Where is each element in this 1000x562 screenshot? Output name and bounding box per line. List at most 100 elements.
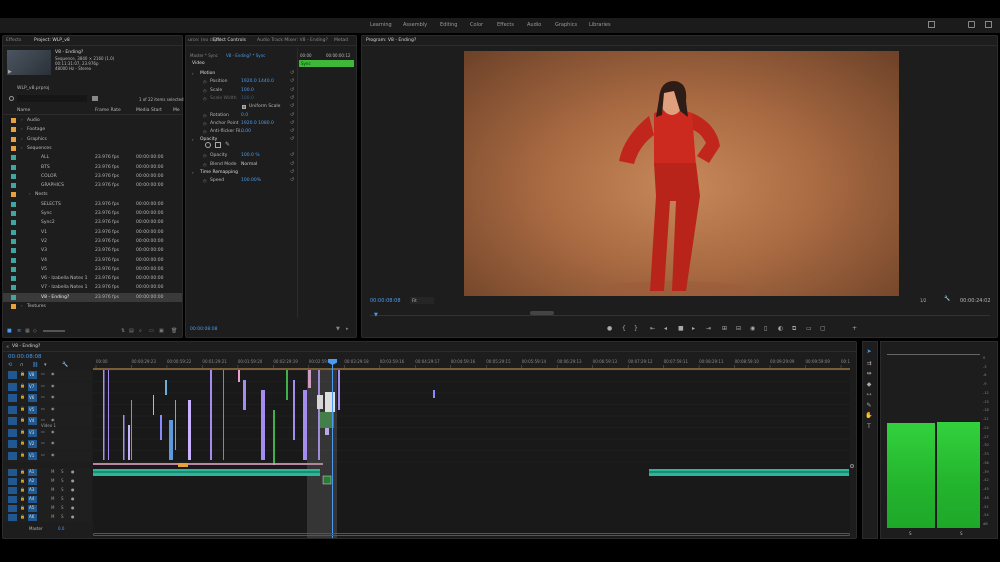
- list-view-icon[interactable]: ≡: [17, 328, 21, 334]
- voice-over-icon[interactable]: ●: [71, 514, 75, 519]
- stopwatch-icon[interactable]: ◷: [203, 162, 207, 167]
- sync-lock-icon[interactable]: ▭: [41, 406, 45, 411]
- source-patch[interactable]: [8, 371, 17, 379]
- ec-clip-bar[interactable]: Sync: [299, 60, 354, 67]
- source-patch[interactable]: [8, 394, 17, 402]
- ec-param-row[interactable]: ◷ Speed 100.00% ↺: [186, 177, 296, 185]
- ec-param-row[interactable]: ◷ Position 1920.0 1440.0 ↺: [186, 78, 296, 86]
- stopwatch-icon[interactable]: ◷: [203, 121, 207, 126]
- tab-effect-controls[interactable]: Effect Controls: [213, 38, 246, 43]
- fullscreen-icon[interactable]: [985, 21, 992, 28]
- source-patch[interactable]: [8, 451, 17, 460]
- go-to-in-icon[interactable]: ⇤: [650, 325, 655, 332]
- mute-button[interactable]: M: [51, 487, 54, 492]
- track-lock-icon[interactable]: 🔒: [20, 487, 25, 492]
- ec-param-value[interactable]: 1920.0 1080.0: [241, 121, 274, 126]
- eye-icon[interactable]: ◉: [51, 406, 55, 411]
- sync-lock-icon[interactable]: ▭: [41, 429, 45, 434]
- tab-audio-track-mixer[interactable]: Audio Track Mixer: V8 - Ending?: [257, 38, 328, 43]
- label-color-swatch[interactable]: [11, 211, 16, 216]
- voice-over-icon[interactable]: ●: [71, 469, 75, 474]
- play-thumbnail-icon[interactable]: ▶: [8, 69, 12, 75]
- video-clip[interactable]: [123, 415, 125, 460]
- reset-icon[interactable]: ↺: [290, 177, 294, 183]
- audio-track-header[interactable]: 🔒 A1 M S ●: [3, 468, 91, 477]
- ec-param-row[interactable]: ◷ Rotation 0.0 ↺: [186, 112, 296, 120]
- workspace-learning[interactable]: Learning: [370, 22, 392, 28]
- ec-param-value[interactable]: 1920.0 1440.0: [241, 79, 274, 84]
- sync-lock-icon[interactable]: ▭: [41, 383, 45, 388]
- project-row[interactable]: GRAPHICS 23.976 fps 00:00:00:00: [3, 181, 182, 190]
- label-color-swatch[interactable]: [11, 285, 16, 291]
- video-track-header[interactable]: 🔒 V5 ▭ ◉: [3, 404, 91, 416]
- video-clip[interactable]: [273, 410, 275, 465]
- source-patch[interactable]: [8, 405, 17, 414]
- label-color-swatch[interactable]: [11, 266, 16, 272]
- source-patch[interactable]: [8, 469, 17, 476]
- uniform-scale-checkbox[interactable]: [242, 105, 246, 110]
- ec-param-value[interactable]: 100.0: [241, 88, 254, 93]
- sequence-clip-label[interactable]: V8 - Ending? * Sync: [226, 53, 265, 58]
- video-clip[interactable]: [131, 400, 132, 460]
- eye-icon[interactable]: ◉: [51, 383, 55, 388]
- search-input[interactable]: [17, 95, 87, 102]
- video-clip[interactable]: [433, 390, 435, 398]
- mask-pen-icon[interactable]: ✎: [225, 141, 230, 148]
- button-editor-icon[interactable]: +: [852, 325, 857, 332]
- solo-button[interactable]: S: [61, 496, 64, 501]
- label-color-swatch[interactable]: [11, 173, 16, 179]
- disclosure-icon[interactable]: ›: [21, 126, 23, 131]
- sync-lock-icon[interactable]: ▭: [41, 440, 45, 445]
- stopwatch-icon[interactable]: ◷: [203, 96, 207, 101]
- source-patch[interactable]: [8, 428, 17, 437]
- program-timecode[interactable]: 00:00:08:08: [370, 298, 401, 304]
- video-clip[interactable]: [223, 370, 224, 460]
- reset-icon[interactable]: ↺: [290, 103, 294, 109]
- project-row[interactable]: › Nests: [3, 190, 182, 199]
- label-color-swatch[interactable]: [11, 145, 16, 151]
- reset-icon[interactable]: ↺: [290, 169, 294, 175]
- col-name[interactable]: Name: [17, 108, 30, 113]
- ec-param-row[interactable]: ◷ Anchor Point 1920.0 1080.0 ↺: [186, 120, 296, 128]
- mark-in-icon[interactable]: {: [622, 325, 626, 332]
- linked-selection-icon[interactable]: ⛓: [32, 362, 38, 368]
- razor-tool-icon[interactable]: ◆: [865, 381, 873, 389]
- track-lock-icon[interactable]: 🔒: [20, 514, 25, 519]
- track-lock-icon[interactable]: 🔒: [20, 383, 25, 388]
- video-clip[interactable]: [103, 370, 105, 460]
- audio-track-header[interactable]: 🔒 A5 M S ●: [3, 504, 91, 513]
- sync-lock-icon[interactable]: ▭: [41, 371, 45, 376]
- reset-icon[interactable]: ↺: [290, 161, 294, 167]
- ec-param-value[interactable]: Normal: [241, 162, 257, 167]
- col-media-end[interactable]: Me: [173, 108, 180, 113]
- fx-badge-icon[interactable]: ›: [192, 170, 194, 175]
- safe-margins-icon[interactable]: ▭: [806, 325, 812, 332]
- tab-program[interactable]: Program: V8 - Ending?: [366, 38, 416, 43]
- audio-track-header[interactable]: 🔒 A3 M S ●: [3, 486, 91, 495]
- video-clip[interactable]: [243, 380, 246, 410]
- ec-export-icon[interactable]: ▸: [346, 326, 349, 332]
- label-color-swatch[interactable]: [11, 294, 16, 300]
- hand-tool-icon[interactable]: ✋: [865, 412, 873, 420]
- write-lock-icon[interactable]: ■: [7, 328, 12, 334]
- clear-icon[interactable]: 🗑: [171, 328, 177, 334]
- solo-button[interactable]: S: [61, 514, 64, 519]
- ec-param-row[interactable]: ◷ Anti-flicker Fil... 0.00 ↺: [186, 128, 296, 136]
- lift-icon[interactable]: ⊞: [722, 325, 727, 332]
- project-row[interactable]: V1 23.976 fps 00:00:00:00: [3, 228, 182, 237]
- new-item-icon[interactable]: ▣: [159, 328, 164, 334]
- tab-metadata[interactable]: Metad: [334, 38, 348, 43]
- track-lock-icon[interactable]: 🔒: [20, 478, 25, 483]
- video-clip[interactable]: [128, 425, 130, 460]
- project-row[interactable]: › Audio: [3, 116, 182, 125]
- label-color-swatch[interactable]: [11, 276, 16, 282]
- stopwatch-icon[interactable]: ◷: [203, 113, 207, 118]
- audio-track-header[interactable]: 🔒 A4 M S ●: [3, 495, 91, 504]
- video-clip[interactable]: [169, 420, 173, 460]
- ec-param-row[interactable]: ◷ Scale 100.0 ↺: [186, 87, 296, 95]
- track-lock-icon[interactable]: 🔒: [20, 496, 25, 501]
- video-track-header[interactable]: 🔒 V4 ▭ ◉ Video 1: [3, 416, 91, 428]
- project-row[interactable]: V5 23.976 fps 00:00:00:00: [3, 265, 182, 274]
- video-track-header[interactable]: 🔒 V2 ▭ ◉: [3, 439, 91, 450]
- reset-icon[interactable]: ↺: [290, 120, 294, 126]
